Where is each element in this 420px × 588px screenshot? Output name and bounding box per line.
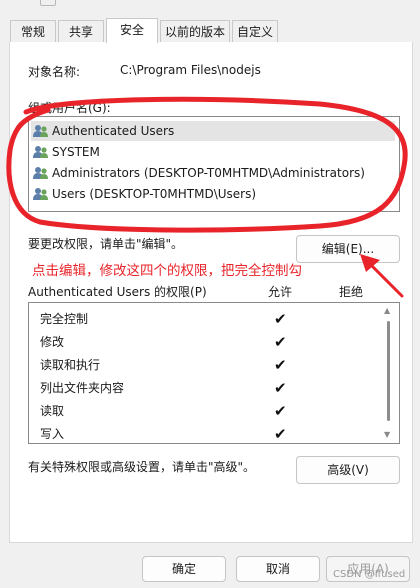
ok-button[interactable]: 确定	[142, 556, 226, 582]
permission-modify: 修改	[40, 335, 65, 349]
groups-listbox[interactable]: Authenticated Users SYSTEM Administrator…	[28, 116, 400, 212]
group-item-users[interactable]: Users (DESKTOP-T0MHTMD\Users)	[33, 184, 256, 204]
edit-button[interactable]: 编辑(E)...	[296, 235, 400, 263]
tab-general[interactable]: 常规	[10, 20, 56, 42]
group-item-administrators[interactable]: Administrators (DESKTOP-T0MHTMD\Administ…	[33, 163, 365, 183]
advanced-button[interactable]: 高级(V)	[296, 456, 400, 484]
cancel-button[interactable]: 取消	[236, 556, 320, 582]
permissions-title: Authenticated Users 的权限(P)	[28, 285, 207, 299]
group-item-label: Administrators (DESKTOP-T0MHTMD\Administ…	[52, 166, 365, 180]
allow-read-check-icon: ✔	[274, 402, 287, 420]
users-group-icon	[33, 145, 49, 159]
tab-general-label: 常规	[20, 25, 45, 39]
scroll-up-arrow-icon[interactable]: ▲	[384, 306, 390, 315]
annotation-text: 点击编辑，修改这四个的权限，把完全控制勾	[32, 263, 302, 279]
object-name-value: C:\Program Files\nodejs	[120, 63, 261, 77]
allow-modify-check-icon: ✔	[274, 333, 287, 351]
tab-customize[interactable]: 自定义	[232, 20, 278, 42]
permissions-scrollbar[interactable]	[387, 321, 390, 421]
allow-read-execute-check-icon: ✔	[274, 356, 287, 374]
allow-full-control-check-icon: ✔	[274, 310, 287, 328]
scroll-down-arrow-icon[interactable]: ▼	[384, 430, 390, 439]
change-permissions-hint: 要更改权限，请单击"编辑"。	[28, 237, 184, 251]
users-group-icon	[33, 187, 49, 201]
tab-customize-label: 自定义	[236, 25, 273, 39]
tab-sharing-label: 共享	[68, 25, 93, 39]
tab-security[interactable]: 安全	[106, 18, 158, 43]
allow-write-check-icon: ✔	[274, 425, 287, 443]
window-edge-decor	[40, 0, 56, 6]
permission-read: 读取	[40, 404, 65, 418]
tab-security-label: 安全	[119, 23, 144, 37]
groups-label: 组或用户名(G):	[28, 101, 111, 115]
group-item-system[interactable]: SYSTEM	[33, 142, 100, 162]
object-name-label: 对象名称:	[28, 65, 81, 79]
title-bar-strip	[0, 0, 420, 18]
deny-column-header: 拒绝	[339, 285, 364, 299]
group-item-label: Authenticated Users	[52, 124, 175, 138]
advanced-hint: 有关特殊权限或高级设置，请单击"高级"。	[28, 460, 256, 474]
permission-write: 写入	[40, 427, 65, 441]
group-item-label: SYSTEM	[52, 145, 100, 159]
allow-list-folder-check-icon: ✔	[274, 379, 287, 397]
permission-full-control: 完全控制	[40, 312, 89, 326]
users-group-icon	[33, 166, 49, 180]
tab-sharing[interactable]: 共享	[58, 20, 104, 42]
watermark: CSDN @Ifused	[333, 569, 406, 580]
group-item-label: Users (DESKTOP-T0MHTMD\Users)	[52, 187, 257, 201]
group-item-authenticated-users[interactable]: Authenticated Users	[31, 121, 395, 141]
users-group-icon	[33, 124, 49, 138]
permissions-listbox[interactable]: 完全控制 ✔ 修改 ✔ 读取和执行 ✔ 列出文件夹内容 ✔ 读取 ✔ 写入 ✔ …	[28, 302, 400, 444]
tab-previous-versions-label: 以前的版本	[164, 25, 225, 39]
allow-column-header: 允许	[268, 285, 293, 299]
permission-read-execute: 读取和执行	[40, 358, 101, 372]
permission-list-folder: 列出文件夹内容	[40, 381, 125, 395]
tab-previous-versions[interactable]: 以前的版本	[160, 20, 230, 42]
